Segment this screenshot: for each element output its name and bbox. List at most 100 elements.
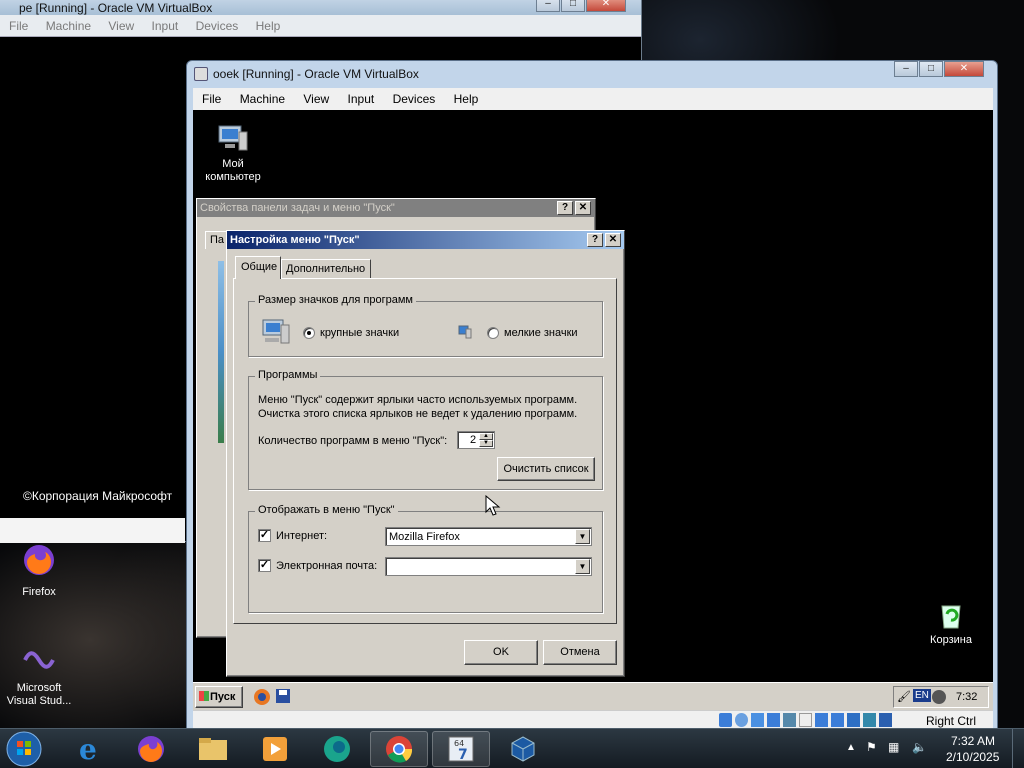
cancel-button[interactable]: Отмена (543, 640, 617, 665)
vm-window-ooek[interactable]: ooek [Running] - Oracle VM VirtualBox – … (186, 60, 998, 730)
taskbar-media-player[interactable] (246, 731, 304, 767)
menu-help[interactable]: Help (454, 88, 479, 106)
close-button[interactable]: ✕ (586, 0, 626, 12)
my-computer-desktop-icon[interactable]: Мой компьютер (205, 124, 261, 184)
title-bar[interactable]: ooek [Running] - Oracle VM VirtualBox – … (187, 61, 997, 87)
usb-icon[interactable] (783, 713, 796, 727)
host-clock-time[interactable]: 7:32 AM (951, 734, 995, 748)
edge-icon (324, 736, 350, 762)
maximize-button[interactable]: □ (561, 0, 585, 12)
mouse-integration-icon[interactable] (863, 713, 876, 727)
menu-file[interactable]: File (202, 88, 221, 106)
menu-input[interactable]: Input (348, 88, 375, 106)
internet-checkbox[interactable]: ✓ (258, 529, 271, 542)
guest-clock[interactable]: 7:32 (956, 691, 977, 703)
chrome-icon (386, 736, 413, 763)
svg-text:7: 7 (458, 747, 468, 763)
vm-screen[interactable]: Мой компьютер Корзина Свойства панели за… (193, 110, 993, 682)
firefox-quicklaunch-icon[interactable] (253, 688, 271, 706)
firefox-desktop-icon[interactable]: Firefox (8, 542, 70, 599)
ok-button[interactable]: OK (464, 640, 538, 665)
visual-studio-desktop-icon[interactable]: Microsoft Visual Stud... (2, 642, 76, 708)
menu-input[interactable]: Input (152, 15, 179, 33)
optical-drive-icon[interactable] (735, 713, 748, 727)
keyboard-icon[interactable] (879, 713, 892, 727)
small-icons-radio[interactable] (487, 327, 499, 339)
title-bar[interactable]: pe [Running] - Oracle VM VirtualBox – □ … (0, 0, 641, 15)
dialog-title: Свойства панели задач и меню "Пуск" (200, 202, 395, 214)
menu-devices[interactable]: Devices (393, 88, 436, 106)
taskbar-internet-explorer[interactable]: e (60, 731, 118, 767)
volume-muted-icon[interactable]: 🔈 (912, 740, 927, 754)
sound-icon[interactable] (932, 690, 946, 704)
network-icon[interactable] (767, 713, 780, 727)
close-button[interactable]: ✕ (944, 61, 984, 77)
tab-panel: Размер значков для программ крупные знач… (233, 278, 617, 624)
save-quicklaunch-icon[interactable] (275, 688, 291, 704)
maximize-button[interactable]: □ (919, 61, 943, 77)
show-hidden-icons-button[interactable]: ▲ (846, 742, 856, 753)
taskbar-firefox[interactable] (122, 731, 180, 767)
show-desktop-button[interactable] (1012, 729, 1024, 768)
minimize-button[interactable]: – (894, 61, 918, 77)
email-checkbox[interactable]: ✓ (258, 559, 271, 572)
internet-browser-select[interactable]: Mozilla Firefox ▼ (385, 527, 592, 546)
taskbar-virtualbox-manager[interactable] (494, 731, 552, 767)
dropdown-arrow-icon[interactable]: ▼ (575, 529, 590, 544)
menu-view[interactable]: View (108, 15, 134, 33)
small-icons-icon (458, 325, 472, 339)
windows7-vm-icon: 647 (448, 736, 474, 763)
spinner-up-button[interactable]: ▲ (479, 433, 493, 440)
recycle-bin-desktop-icon[interactable]: Корзина (923, 600, 979, 647)
virtualbox-icon (511, 736, 535, 762)
clear-list-button[interactable]: Очистить список (497, 457, 595, 481)
programs-description-line2: Очистка этого списка ярлыков не ведет к … (258, 408, 578, 420)
taskbar-virtualbox-vms[interactable]: 64 7 (432, 731, 490, 767)
video-capture-icon[interactable] (831, 713, 844, 727)
hard-disk-icon[interactable] (719, 713, 732, 727)
program-count-value[interactable]: 2 (470, 434, 476, 446)
media-player-icon (263, 737, 287, 761)
virtualization-icon[interactable] (847, 713, 860, 727)
email-client-select[interactable]: ▼ (385, 557, 592, 576)
menu-view[interactable]: View (303, 88, 329, 106)
taskbar-edge[interactable] (308, 731, 366, 767)
customize-start-menu-dialog[interactable]: Настройка меню "Пуск" ? ✕ Общие Дополнит… (226, 230, 625, 677)
menu-file[interactable]: File (9, 15, 28, 33)
tab-general[interactable]: Общие (235, 256, 281, 279)
menu-help[interactable]: Help (256, 15, 281, 33)
vm-screen-strip (0, 518, 185, 543)
taskbar-explorer[interactable] (184, 731, 242, 767)
help-button[interactable]: ? (587, 233, 603, 247)
start-button[interactable]: Пуск (195, 686, 243, 708)
menu-machine[interactable]: Machine (46, 15, 91, 33)
visual-studio-label1: Microsoft (16, 682, 62, 694)
menu-devices[interactable]: Devices (196, 15, 239, 33)
start-orb[interactable] (4, 729, 46, 768)
close-button[interactable]: ✕ (605, 233, 621, 247)
display-icon[interactable] (815, 713, 828, 727)
host-clock-date[interactable]: 2/10/2025 (946, 750, 999, 764)
guest-tray: 🖌 EN 7:32 (893, 686, 989, 708)
language-indicator[interactable]: EN (913, 689, 931, 702)
program-count-spinner[interactable]: 2 ▲ ▼ (457, 431, 495, 449)
audio-icon[interactable] (751, 713, 764, 727)
tab-advanced[interactable]: Дополнительно (281, 259, 371, 278)
dropdown-arrow-icon[interactable]: ▼ (575, 559, 590, 574)
spinner-down-button[interactable]: ▼ (479, 440, 493, 447)
start-label: Пуск (210, 691, 236, 703)
shared-folders-icon[interactable] (799, 713, 812, 727)
large-icons-radio[interactable] (303, 327, 315, 339)
my-computer-label2: компьютер (205, 171, 261, 183)
action-center-icon[interactable]: ⚑ (866, 740, 877, 754)
network-tray-icon[interactable]: ▦ (888, 740, 899, 754)
visual-studio-icon (23, 651, 55, 669)
visual-studio-label2: Visual Stud... (6, 695, 72, 707)
email-label: Электронная почта: (276, 560, 378, 572)
minimize-button[interactable]: – (536, 0, 560, 12)
close-button[interactable]: ✕ (575, 201, 591, 215)
taskbar-chrome[interactable] (370, 731, 428, 767)
menu-machine[interactable]: Machine (240, 88, 285, 106)
programs-group: Программы Меню "Пуск" содержит ярлыки ча… (248, 369, 603, 490)
help-button[interactable]: ? (557, 201, 573, 215)
